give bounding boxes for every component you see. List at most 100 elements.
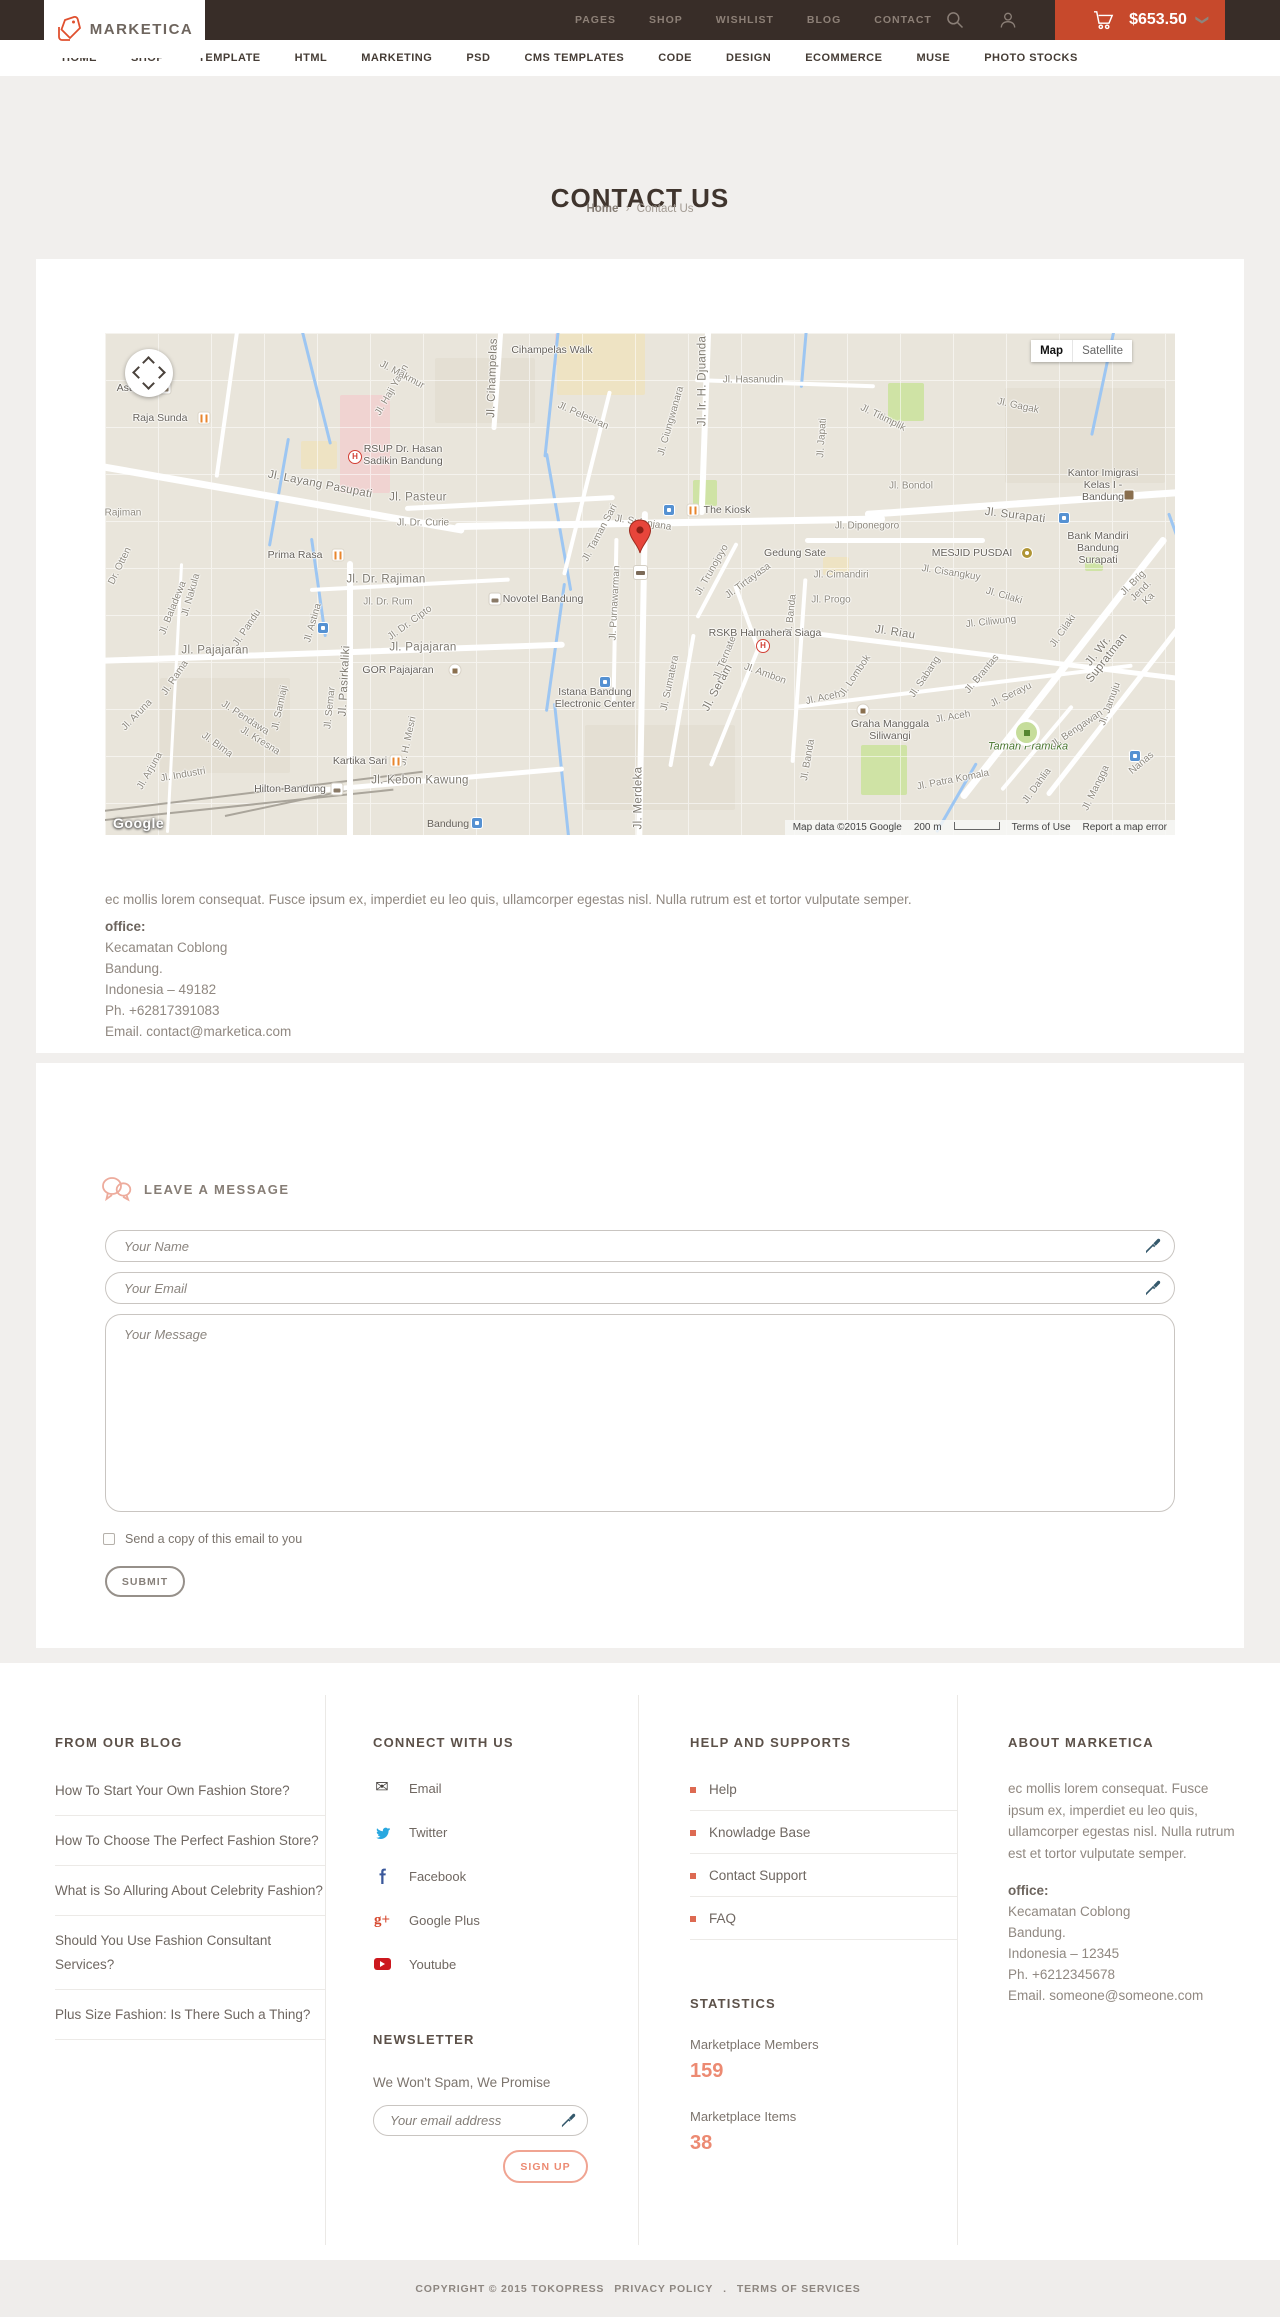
pan-up-icon[interactable] [142,356,155,369]
map-view-button[interactable]: Map [1031,340,1074,362]
privacy-policy-link[interactable]: PRIVACY POLICY [614,2283,713,2295]
blog-post-link[interactable]: Should You Use Fashion Consultant Servic… [55,1933,271,1972]
pan-right-icon[interactable] [153,366,166,379]
terms-of-use-link[interactable]: Terms of Use [1012,822,1071,833]
social-item-email[interactable]: ✉ Email [373,1776,588,1800]
user-icon[interactable] [998,10,1018,30]
top-nav-link-shop[interactable]: SHOP [649,14,683,26]
help-link[interactable]: Knowladge Base [709,1825,810,1840]
about-office: office: Kecamatan Coblong Bandung. Indones… [1008,1880,1240,2006]
social-label: Email [409,1780,442,1796]
list-item: Plus Size Fashion: Is There Such a Thing… [55,1990,325,2040]
hotel-icon [488,592,502,606]
social-item-twitter[interactable]: Twitter [373,1820,588,1844]
map-pan-control[interactable] [125,349,173,397]
logo[interactable]: MARKETICA [44,0,205,58]
restaurant-icon [389,754,403,768]
help-link[interactable]: FAQ [709,1911,736,1926]
blog-post-link[interactable]: How To Start Your Own Fashion Store? [55,1783,290,1798]
footer-help-column: HELP AND SUPPORTS Help Knowladge Base Cont… [690,1735,957,2155]
blog-post-link[interactable]: Plus Size Fashion: Is There Such a Thing… [55,2007,310,2022]
main-nav-link-marketing[interactable]: MARKETING [361,52,432,64]
send-copy-label[interactable]: Send a copy of this email to you [125,1532,302,1546]
map-label: The Kiosk [703,504,751,516]
map-label: Jl. Bondol [889,480,933,492]
google-map[interactable]: Cihampelas Walk Jl. Pelesiran Jl. Haji Yas… [105,333,1175,835]
social-item-gplus[interactable]: g+ Google Plus [373,1908,588,1932]
pan-down-icon[interactable] [142,377,155,390]
main-nav-link-html[interactable]: HTML [295,52,328,64]
intro-paragraph: ec mollis lorem consequat. Fusce ipsum e… [105,891,912,907]
restaurant-icon [197,411,211,425]
terms-of-services-link[interactable]: TERMS OF SERVICES [737,2283,861,2295]
report-map-error-link[interactable]: Report a map error [1083,822,1167,833]
signup-button[interactable]: SIGN UP [503,2150,588,2183]
main-nav-link-ecommerce[interactable]: ECOMMERCE [805,52,882,64]
main-nav-link-cms-templates[interactable]: CMS TEMPLATES [524,52,624,64]
map-label: Jl. Pajajaran [389,641,457,654]
email-field-wrap [105,1272,1175,1304]
hotel-icon [330,782,344,796]
pan-left-icon[interactable] [132,366,145,379]
office-label: office: [1008,1883,1049,1898]
office-info: office: Kecamatan Coblong Bandung. Indones… [105,916,291,1042]
main-nav-link-muse[interactable]: MUSE [916,52,950,64]
chevron-down-icon[interactable]: ❯ [1195,15,1211,26]
address-line: Email. contact@marketica.com [105,1024,292,1039]
chat-bubbles-icon [102,1177,132,1202]
address-line: Indonesia – 12345 [1008,1946,1120,1961]
poi-icon [448,663,462,677]
breadcrumb-current: Contact Us [636,203,694,215]
social-item-facebook[interactable]: Facebook [373,1864,588,1888]
list-item: Knowladge Base [690,1811,957,1854]
map-label: Jl. Diponegoro [834,520,900,532]
map-type-control: Map Satellite [1031,340,1132,362]
top-nav-link-wishlist[interactable]: WISHLIST [716,14,774,26]
social-item-youtube[interactable]: Youtube [373,1952,588,1976]
send-copy-checkbox[interactable] [103,1533,115,1545]
map-label: Jl. Dr. Curie [396,517,450,529]
blog-post-link[interactable]: How To Choose The Perfect Fashion Store? [55,1833,319,1848]
lodging-icon [633,565,648,580]
place-icon [471,817,483,829]
place-icon [599,676,611,688]
address-line: Kecamatan Coblong [1008,1904,1131,1919]
leave-message-title: LEAVE A MESSAGE [144,1181,290,1197]
list-item: What is So Alluring About Celebrity Fash… [55,1866,325,1916]
facebook-icon [373,1868,391,1884]
address-line: Ph. +62817391083 [105,1003,220,1018]
main-nav-link-psd[interactable]: PSD [466,52,490,64]
museum-icon [1123,489,1135,501]
map-label: GOR Pajajaran [362,664,434,676]
social-label: Facebook [409,1868,467,1884]
name-input[interactable] [105,1230,1175,1262]
main-nav-link-code[interactable]: CODE [658,52,692,64]
map-label: Jl. Kebon Kawung [371,774,469,787]
help-link[interactable]: Contact Support [709,1868,807,1883]
map-label: Jl. Hasanudin [722,374,784,386]
breadcrumb-home[interactable]: Home [586,203,618,215]
restaurant-icon [686,503,700,517]
top-nav-link-pages[interactable]: PAGES [575,14,616,26]
top-nav-link-blog[interactable]: BLOG [807,14,841,26]
submit-button[interactable]: SUBMIT [105,1566,185,1597]
location-marker-icon[interactable] [628,519,652,555]
email-input[interactable] [105,1272,1175,1304]
newsletter-email-input[interactable] [373,2105,588,2136]
top-nav-link-contact[interactable]: CONTACT [874,14,932,26]
breadcrumb-separator: › [625,203,630,215]
map-label: Jl. Merdeka [632,766,645,830]
message-textarea[interactable] [105,1314,1175,1512]
address-line: Bandung. [1008,1925,1066,1940]
place-icon [1129,750,1141,762]
main-nav-link-design[interactable]: DESIGN [726,52,771,64]
address-line: Bandung. [105,961,163,976]
blog-post-link[interactable]: What is So Alluring About Celebrity Fash… [55,1883,323,1898]
help-link[interactable]: Help [709,1782,737,1797]
search-icon[interactable] [945,10,965,30]
satellite-view-button[interactable]: Satellite [1073,340,1132,362]
map-label: Hilton Bandung [254,783,326,795]
main-nav-link-template[interactable]: TEMPLATE [198,52,260,64]
list-item: Help [690,1768,957,1811]
main-nav-link-photo-stocks[interactable]: PHOTO STOCKS [984,52,1078,64]
